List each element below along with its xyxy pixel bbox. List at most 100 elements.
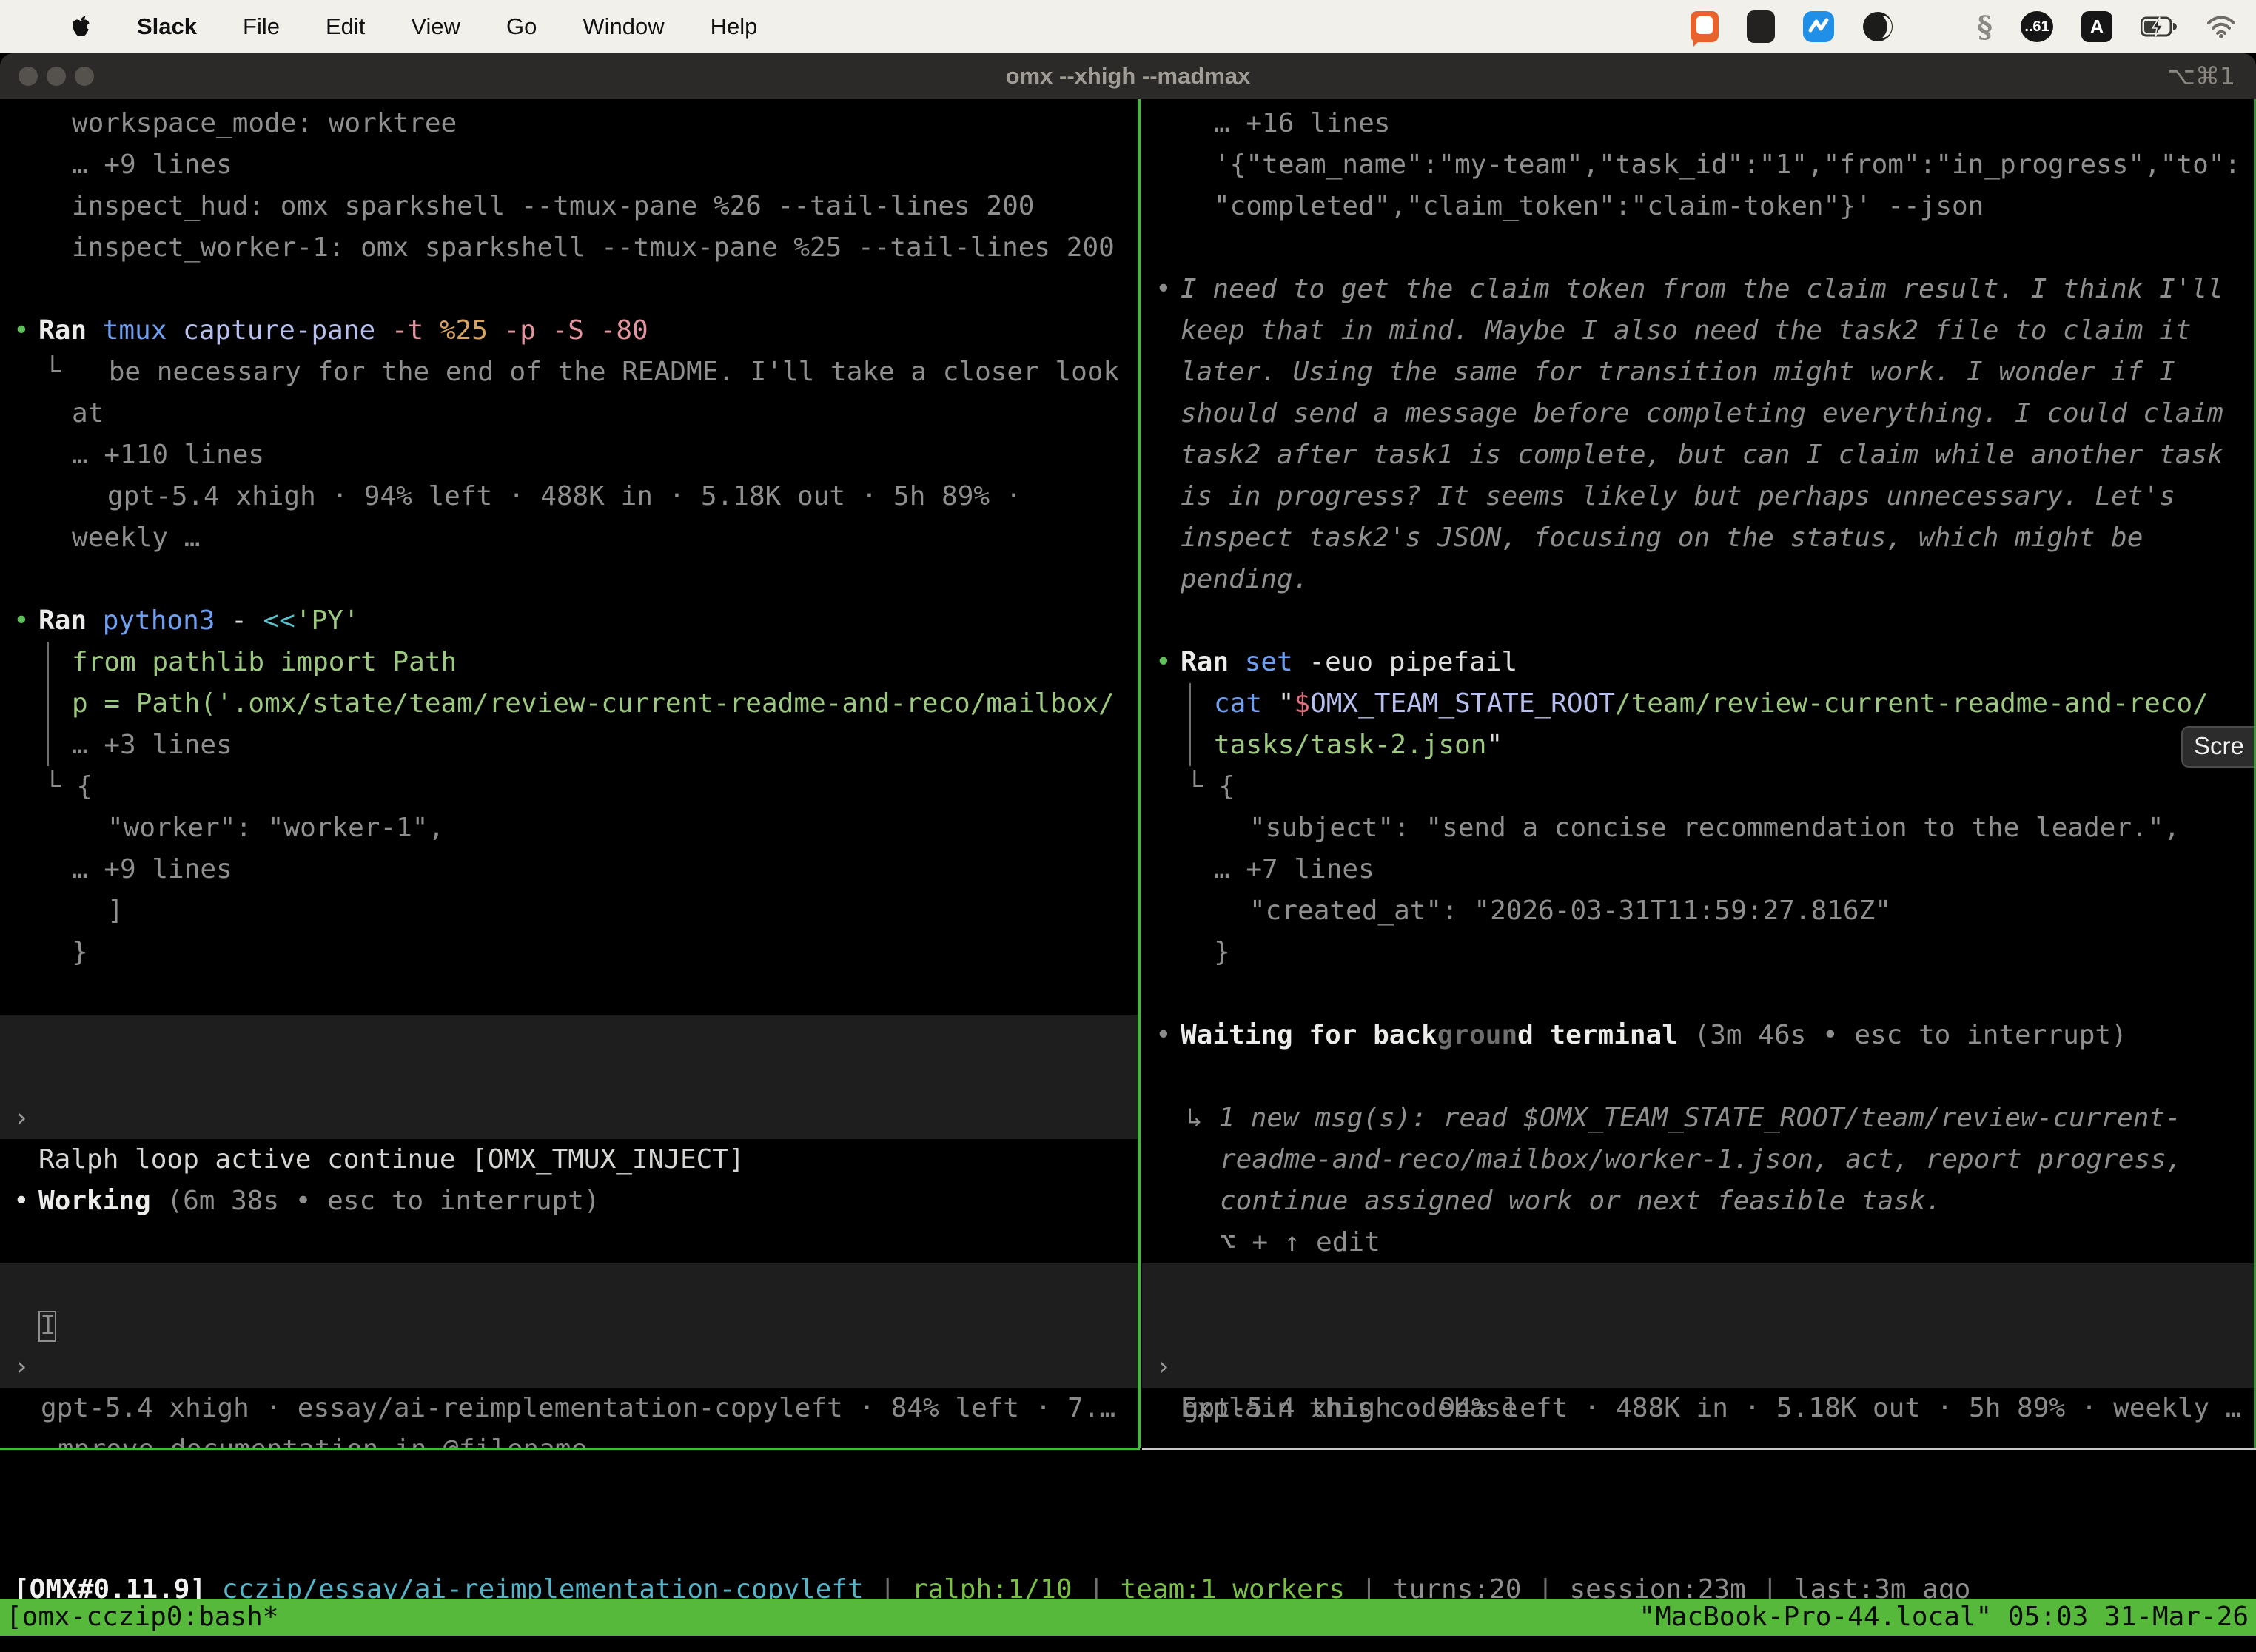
flight-icon[interactable] xyxy=(1803,11,1834,42)
text-segment: (3m 46s • esc to interrupt) xyxy=(1694,1020,2127,1050)
left-terminal-pane[interactable]: › Ralph loop active continue [OMX_TMUX_I… xyxy=(0,99,1138,1448)
menu-bar: Slack File Edit View Go Window Help § ..61 A xyxy=(0,0,2256,53)
text-segment: "subject": "send a concise recommendatio… xyxy=(1249,813,2180,843)
squiggle-icon[interactable]: § xyxy=(1977,10,1993,44)
terminal-line: at xyxy=(0,393,1138,434)
menu-item-edit[interactable]: Edit xyxy=(326,13,365,40)
terminal-line: task2 after task1 is complete, but can I… xyxy=(1142,434,2256,476)
text-segment: inspect_hud: omx sparkshell --tmux-pane … xyxy=(72,191,1034,221)
text-segment: Ran xyxy=(38,605,103,636)
text-segment: OMX_TEAM_STATE_ROOT xyxy=(1310,688,1615,719)
screen-record-icon[interactable] xyxy=(1691,11,1719,42)
terminal-line: should send a message before completing … xyxy=(1142,393,2256,434)
prompt-input-left[interactable]: › I mprove documentation in @filename xyxy=(0,1263,1138,1388)
text-segment: -80 xyxy=(600,315,648,346)
terminal-line: inspect_hud: omx sparkshell --tmux-pane … xyxy=(0,186,1138,227)
input-source-badge[interactable]: A xyxy=(2081,11,2112,42)
left-pane-bottom-border xyxy=(0,1448,1140,1450)
text-segment: readme-and-reco/mailbox/worker-1.json, a… xyxy=(1220,1144,2182,1175)
wifi-icon[interactable] xyxy=(2206,15,2237,38)
text-segment: << xyxy=(263,605,295,636)
terminal-line: later. Using the same for transition mig… xyxy=(1142,352,2256,393)
inject-banner-text: Ralph loop active continue [OMX_TMUX_INJ… xyxy=(38,1139,745,1181)
terminal-window: › Ralph loop active continue [OMX_TMUX_I… xyxy=(0,99,2256,1599)
text-segment: $ xyxy=(1294,688,1310,719)
terminal-line: •Ran tmux capture-pane -t %25 -p -S -80 xyxy=(0,310,1138,352)
left-status-line: gpt-5.4 xhigh · essay/ai-reimplementatio… xyxy=(0,1388,1138,1429)
tmux-host-clock: "MacBook-Pro-44.local" 05:03 31-Mar-26 xyxy=(1639,1599,2249,1636)
terminal-line: gpt-5.4 xhigh · 94% left · 488K in · 5.1… xyxy=(0,476,1138,517)
inject-banner: › Ralph loop active continue [OMX_TMUX_I… xyxy=(0,1015,1138,1139)
right-terminal-pane[interactable]: … +16 lines '{"team_name":"my-team","task… xyxy=(1142,99,2256,1448)
terminal-line: from pathlib import Path xyxy=(0,642,1138,683)
terminal-line: … +16 lines xyxy=(1142,103,2256,144)
count-badge[interactable]: ..61 xyxy=(2021,11,2053,42)
tmux-status-bar: [omx-cczip0:bash* "MacBook-Pro-44.local"… xyxy=(0,1599,2256,1636)
terminal-line: p = Path('.omx/state/team/review-current… xyxy=(0,683,1138,725)
text-segment: /team/review-current-readme-and-reco/ xyxy=(1615,688,2209,719)
text-segment: … +16 lines xyxy=(1214,108,1390,138)
text-segment: tmux xyxy=(103,315,183,346)
menu-item-go[interactable]: Go xyxy=(506,13,537,40)
text-segment: tasks/task-2.json xyxy=(1214,730,1486,760)
text-segment: capture-pane xyxy=(183,315,392,346)
text-segment: '{"team_name":"my-team","task_id":"1","f… xyxy=(1214,150,2240,180)
prompt-input-right[interactable]: › Explain this codebase xyxy=(1142,1263,2256,1388)
text-segment: d terminal xyxy=(1517,1020,1693,1050)
pane-divider[interactable] xyxy=(1138,99,1141,1448)
text-segment: } xyxy=(1214,937,1230,967)
text-segment: inspect_worker-1: omx sparkshell --tmux-… xyxy=(72,232,1115,263)
text-segment: " xyxy=(1486,730,1503,760)
menu-item-window[interactable]: Window xyxy=(583,13,664,40)
text-segment: Working xyxy=(38,1186,167,1216)
bullet-icon: • xyxy=(13,1181,30,1222)
terminal-line: •Ran python3 - <<'PY' xyxy=(0,600,1138,642)
text-segment: ] xyxy=(107,896,124,926)
window-shortcut: ⌥⌘1 xyxy=(2167,53,2235,99)
terminal-line: } xyxy=(0,932,1138,973)
terminal-line: cat "$OMX_TEAM_STATE_ROOT/team/review-cu… xyxy=(1142,683,2256,725)
terminal-line: inspect_worker-1: omx sparkshell --tmux-… xyxy=(0,227,1138,269)
output-rule xyxy=(47,642,49,683)
terminal-line: is in progress? It seems likely but perh… xyxy=(1142,476,2256,517)
right-status-line: gpt-5.4 xhigh · 94% left · 488K in · 5.1… xyxy=(1142,1388,2256,1429)
terminal-line: ] xyxy=(0,890,1138,932)
input-placeholder: mprove documentation in @filename xyxy=(58,1429,587,1448)
text-segment: … +3 lines xyxy=(72,730,232,760)
apple-icon[interactable] xyxy=(71,15,91,38)
terminal-line: "completed","claim_token":"claim-token"}… xyxy=(1142,186,2256,227)
text-segment: └ be necessary for the end of the README… xyxy=(44,357,1119,387)
menu-item-help[interactable]: Help xyxy=(711,13,758,40)
prompt-chevron: › xyxy=(13,1346,30,1388)
dots-grid-icon[interactable] xyxy=(1921,13,1949,41)
output-rule xyxy=(47,683,49,725)
terminal-line: inspect task2's JSON, focusing on the st… xyxy=(1142,517,2256,559)
terminal-line: └ { xyxy=(0,766,1138,807)
text-segment: %25 xyxy=(440,315,504,346)
text-segment: Ran xyxy=(1181,647,1245,677)
menu-item-view[interactable]: View xyxy=(411,13,460,40)
disk-moon-icon[interactable] xyxy=(1862,11,1893,42)
text-segment: later. Using the same for transition mig… xyxy=(1181,357,2175,387)
terminal-line: … +9 lines xyxy=(0,849,1138,890)
text-segment: Ran xyxy=(38,315,103,346)
menu-app-name[interactable]: Slack xyxy=(137,13,197,40)
output-rule xyxy=(47,725,49,766)
keyboard-grid-icon[interactable] xyxy=(1747,10,1775,43)
battery-icon[interactable] xyxy=(2141,16,2178,38)
terminal-line: "created_at": "2026-03-31T11:59:27.816Z" xyxy=(1142,890,2256,932)
terminal-line: readme-and-reco/mailbox/worker-1.json, a… xyxy=(1142,1139,2256,1181)
text-segment: pending. xyxy=(1181,564,1309,594)
text-segment: from pathlib import Path xyxy=(72,647,457,677)
text-segment: ⌥ + ↑ edit xyxy=(1220,1227,1380,1258)
text-cursor: I xyxy=(38,1311,56,1342)
tmux-session-label: [omx-cczip0:bash* xyxy=(6,1599,278,1636)
text-segment: groun xyxy=(1437,1020,1517,1050)
macos-screen: Slack File Edit View Go Window Help § ..61 A xyxy=(0,0,2256,1652)
text-segment: -S xyxy=(552,315,600,346)
text-segment: -euo pipefail xyxy=(1309,647,1517,677)
terminal-line: … +110 lines xyxy=(0,434,1138,476)
text-segment: workspace_mode: worktree xyxy=(72,108,457,138)
menu-item-file[interactable]: File xyxy=(243,13,280,40)
terminal-line: workspace_mode: worktree xyxy=(0,103,1138,144)
